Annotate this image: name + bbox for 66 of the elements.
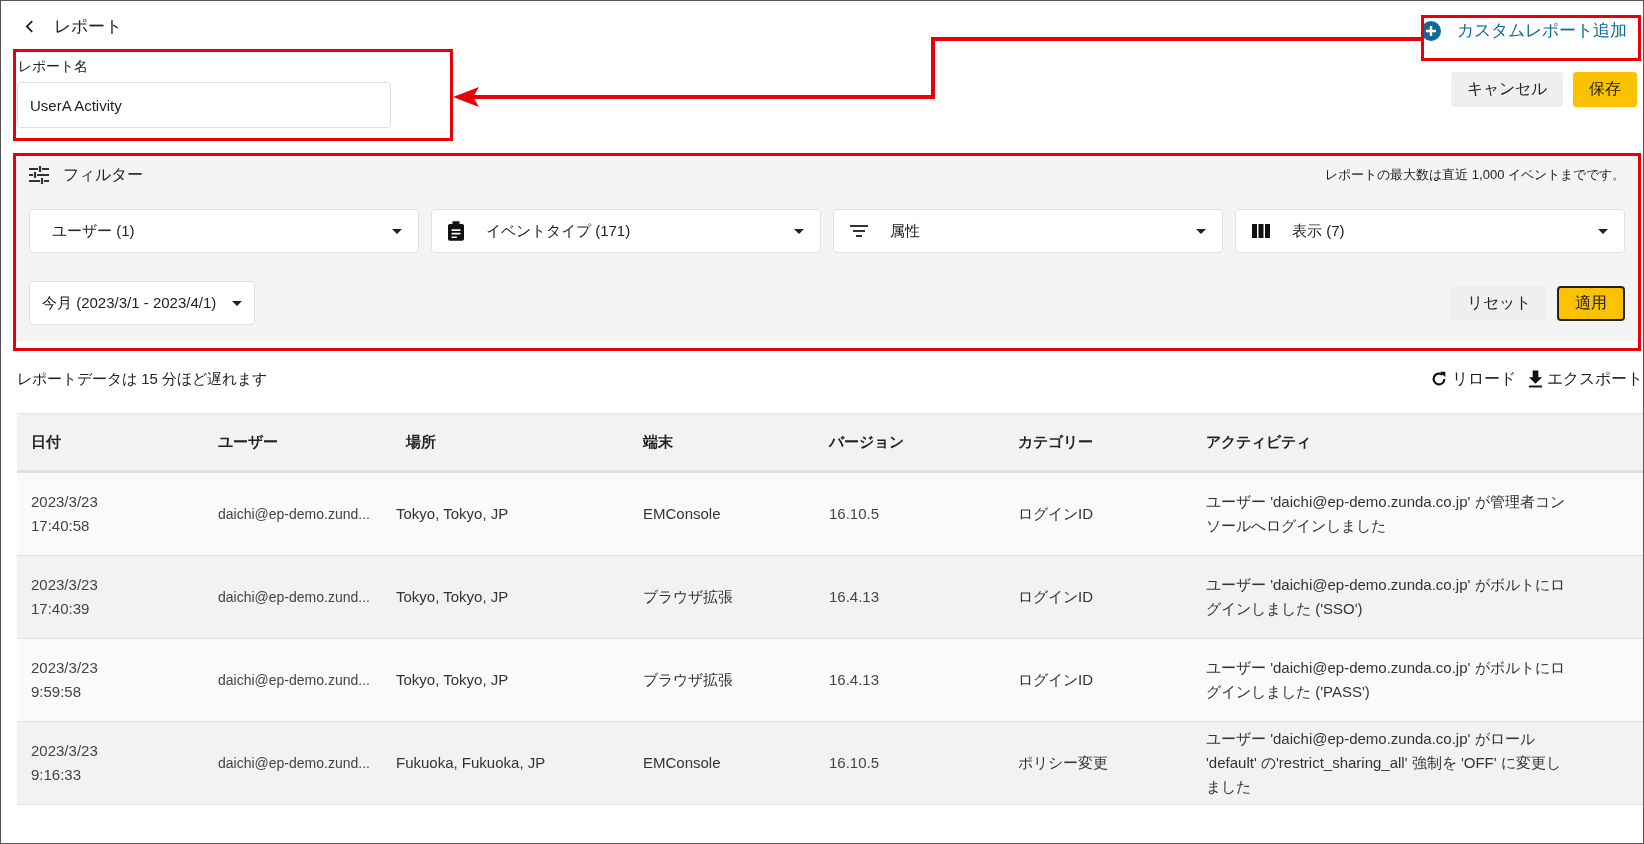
sliders-icon bbox=[29, 166, 49, 184]
column-header: 場所 bbox=[404, 432, 437, 452]
table-cell-text: ユーザー 'daichi@ep-demo.zunda.co.jp' がボルトにログインしました ('SSO') bbox=[1205, 575, 1566, 619]
column-header: 日付 bbox=[30, 432, 62, 452]
table-cell-text: daichi@ep-demo.zund... bbox=[217, 505, 371, 524]
report-name-field[interactable]: UserA Activity bbox=[17, 82, 391, 128]
back-chevron-icon bbox=[25, 20, 34, 33]
table-cell-text: 2023/3/23 9:59:58 bbox=[30, 658, 99, 702]
table-cell-text: ログインID bbox=[1017, 504, 1094, 524]
columns-icon bbox=[1252, 224, 1270, 238]
period-dropdown[interactable]: 今月 (2023/3/1 - 2023/4/1) bbox=[29, 281, 256, 325]
filter-dropdown[interactable]: 属性 bbox=[833, 209, 1223, 253]
caret-icon bbox=[392, 228, 402, 234]
download-icon bbox=[1528, 370, 1543, 388]
table-cell-text: daichi@ep-demo.zund... bbox=[217, 671, 371, 690]
delay-note: レポートデータは 15 分ほど遅れます bbox=[17, 369, 268, 389]
table-cell-text: ユーザー 'daichi@ep-demo.zunda.co.jp' が管理者コンソールへログインしました bbox=[1205, 492, 1566, 536]
add-custom-report-link[interactable]: カスタムレポート追加 bbox=[1421, 19, 1627, 42]
table-cell-text: ポリシー変更 bbox=[1017, 753, 1109, 773]
column-header: 端末 bbox=[641, 432, 674, 452]
table-cell-text: daichi@ep-demo.zund... bbox=[217, 588, 371, 607]
back-link[interactable]: レポート bbox=[17, 15, 391, 38]
column-header: カテゴリー bbox=[1017, 432, 1094, 452]
caret-icon bbox=[794, 228, 804, 234]
filter-dropdown[interactable]: ユーザー (1) bbox=[29, 209, 419, 253]
report-name-label: レポート名 bbox=[18, 58, 89, 76]
apply-button[interactable]: 適用 bbox=[1557, 285, 1625, 321]
table-cell-text: EMConsole bbox=[642, 504, 722, 524]
limit-note: レポートの最大数は直近 1,000 イベントまでです。 bbox=[1325, 166, 1625, 184]
column-header: アクティビティ bbox=[1205, 432, 1312, 452]
cancel-button[interactable]: キャンセル bbox=[1451, 72, 1563, 107]
table-cell-text: daichi@ep-demo.zund... bbox=[217, 754, 371, 773]
table-cell-text: Tokyo, Tokyo, JP bbox=[395, 504, 510, 524]
table-cell-text: Tokyo, Tokyo, JP bbox=[395, 587, 510, 607]
filter-dropdown[interactable]: 表示 (7) bbox=[1235, 209, 1625, 253]
column-header: ユーザー bbox=[217, 432, 279, 452]
table-cell-text: ブラウザ拡張 bbox=[642, 670, 734, 690]
plus-circle-icon bbox=[1421, 20, 1441, 41]
table-cell-text: EMConsole bbox=[642, 753, 722, 773]
table-cell-text: 16.4.13 bbox=[828, 587, 881, 607]
table-cell-text: Tokyo, Tokyo, JP bbox=[395, 670, 510, 690]
table-cell-text: ブラウザ拡張 bbox=[642, 587, 734, 607]
filter-dropdown[interactable]: イベントタイプ (171) bbox=[431, 209, 821, 253]
table-cell-text: Fukuoka, Fukuoka, JP bbox=[395, 753, 547, 773]
caret-icon bbox=[1598, 228, 1608, 234]
table-cell-text: 16.4.13 bbox=[828, 670, 881, 690]
caret-icon bbox=[1196, 228, 1206, 234]
table-cell-text: 2023/3/23 17:40:39 bbox=[30, 575, 99, 619]
filter-icon bbox=[850, 225, 868, 237]
reset-button[interactable]: リセット bbox=[1451, 285, 1547, 321]
reload-icon bbox=[1430, 370, 1448, 388]
column-header: バージョン bbox=[827, 432, 905, 452]
table-cell-text: ログインID bbox=[1017, 587, 1094, 607]
filter-title: フィルター bbox=[63, 164, 143, 185]
table-cell-text: 16.10.5 bbox=[828, 504, 881, 524]
table-cell-text: 2023/3/23 9:16:33 bbox=[30, 741, 99, 785]
table-cell-text: 2023/3/23 17:40:58 bbox=[30, 492, 99, 536]
table-cell-text: ログインID bbox=[1017, 670, 1094, 690]
export-button[interactable]: エクスポート bbox=[1528, 368, 1643, 390]
table-cell-text: ユーザー 'daichi@ep-demo.zunda.co.jp' がボルトにログインしました ('PASS') bbox=[1205, 658, 1566, 702]
table-cell-text: 16.10.5 bbox=[828, 753, 881, 773]
table-cell-text: ユーザー 'daichi@ep-demo.zunda.co.jp' がロール 'default' の'restrict_sharing_all' 強制を 'OFF' に変更しました bbox=[1205, 729, 1562, 797]
save-button[interactable]: 保存 bbox=[1573, 72, 1637, 107]
caret-icon bbox=[232, 300, 243, 306]
clipboard-icon bbox=[448, 221, 464, 241]
reload-button[interactable]: リロード bbox=[1430, 368, 1516, 390]
